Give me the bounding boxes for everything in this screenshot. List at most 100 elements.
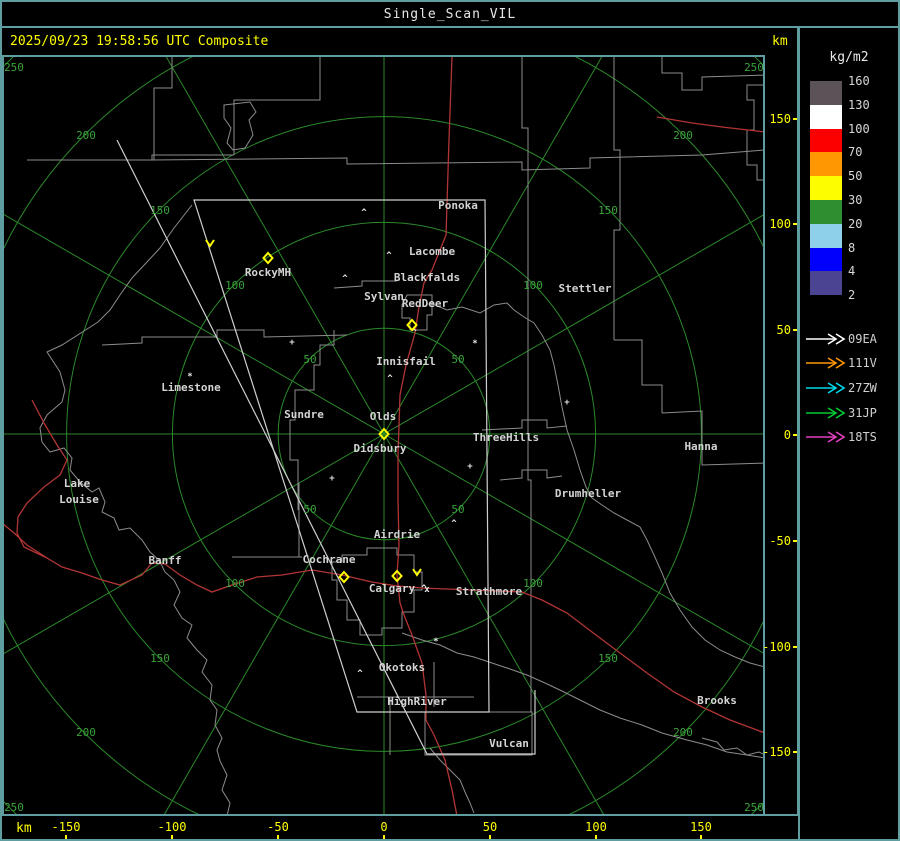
colorbar-value-label: 30	[848, 193, 863, 207]
city-label: Blackfalds	[394, 271, 460, 284]
right-axis-tick-label: -50	[769, 534, 791, 548]
city-label: Banff	[148, 554, 181, 567]
county-boundary	[429, 747, 475, 814]
colorbar-value-label: 8	[848, 240, 856, 255]
town-marker: +	[329, 474, 335, 484]
ring-distance-label: 50	[303, 503, 316, 516]
ring-distance-label: 50	[303, 353, 316, 366]
storm-track-arrow-icon	[806, 431, 846, 443]
storm-track-legend-row: 09EA	[800, 331, 898, 347]
ring-distance-label: 200	[673, 129, 693, 142]
town-marker: +	[467, 462, 473, 472]
ring-distance-label: 150	[598, 204, 618, 217]
ring-distance-label: 250	[4, 801, 24, 814]
ring-distance-label: 250	[744, 801, 764, 814]
ring-distance-label: 250	[4, 61, 24, 74]
storm-track-legend-row: 18TS	[800, 429, 898, 445]
town-marker: ^	[387, 374, 393, 384]
colorbar-swatch	[810, 104, 842, 129]
bottom-axis-tick	[65, 835, 67, 839]
title-bar: Single_Scan_VIL	[2, 2, 898, 28]
storm-track-arrow-icon	[806, 357, 846, 369]
storm-chevron-icon	[205, 239, 215, 248]
bottom-axis-tick	[171, 835, 173, 839]
ring-distance-label: 100	[225, 577, 245, 590]
county-boundary	[232, 483, 302, 558]
colorbar-value-label: 100	[848, 121, 870, 136]
town-marker: *	[472, 339, 477, 349]
storm-track-id-label: 111V	[848, 356, 877, 370]
city-label: Sylvan	[364, 290, 404, 303]
timestamp-label: 2025/09/23 19:58:56 UTC Composite	[10, 34, 269, 49]
storm-track-id-label: 09EA	[848, 332, 877, 346]
colorbar-value-label: 70	[848, 145, 863, 160]
bottom-axis-tick-label: -150	[51, 820, 81, 834]
colorbar-value-label: 130	[848, 97, 870, 112]
colorbar-swatch	[810, 81, 842, 105]
storm-track-legend-row: 31JP	[800, 405, 898, 421]
city-label: Lacombe	[409, 245, 456, 258]
right-axis-tick-label: -100	[762, 640, 791, 654]
header-strip: 2025/09/23 19:58:56 UTC Composite km	[2, 28, 898, 55]
city-label: Innisfail	[376, 355, 436, 368]
scan-sector-outline	[116, 139, 536, 755]
bottom-axis-tick-label: -100	[157, 820, 187, 834]
town-marker: +	[289, 338, 295, 348]
highway	[396, 585, 766, 734]
colorbar-swatch	[810, 271, 842, 296]
county-boundary	[481, 419, 568, 431]
colorbar-value-label: 20	[848, 216, 863, 231]
ring-distance-label: 200	[673, 726, 693, 739]
radar-map-svg: 5050505010010010010015015015015020020020…	[2, 2, 898, 839]
county-boundary	[101, 329, 348, 346]
storm-track-arrow-icon	[806, 333, 846, 345]
county-boundary	[151, 149, 766, 171]
city-label: HighRiver	[387, 695, 447, 708]
county-boundary	[613, 57, 621, 340]
window-title: Single_Scan_VIL	[383, 6, 517, 22]
city-label: Didsbury	[354, 442, 407, 455]
town-marker: *	[187, 372, 192, 382]
right-axis-unit-label: km	[772, 34, 788, 49]
storm-track-id-label: 18TS	[848, 430, 877, 444]
storm-track-id-label: 27ZW	[848, 381, 877, 395]
county-boundary	[153, 55, 173, 160]
ring-distance-label: 100	[523, 279, 543, 292]
right-axis-tick-label: 0	[783, 428, 791, 442]
bottom-axis-tick	[700, 835, 702, 839]
radar-map-canvas[interactable]: 50 50 50 50 100 100 100 100 150 150 150 150 200 200 20…	[2, 2, 898, 839]
city-label: Vulcan	[489, 737, 529, 750]
radar-app-window: Single_Scan_VIL 2025/09/23 19:58:56 UTC …	[0, 0, 900, 841]
city-label: Airdrie	[374, 528, 421, 541]
city-label: Calgary	[369, 582, 416, 595]
bottom-axis: km -150 -100 -50 0 50 100 150	[2, 814, 798, 839]
ring-distance-label: 150	[150, 652, 170, 665]
storm-track-arrow-icon	[806, 407, 846, 419]
city-label: Lake	[64, 477, 91, 490]
ring-distance-label: 100	[225, 279, 245, 292]
city-label: ThreeHills	[473, 431, 539, 444]
town-marker: ^	[451, 519, 457, 529]
county-boundary	[233, 55, 321, 155]
storm-track-legend-row: 111V	[800, 355, 898, 371]
colorbar-swatch	[810, 176, 842, 200]
city-label: Drumheller	[555, 487, 622, 500]
ring-distance-label: 50	[451, 353, 464, 366]
ring-distance-label: 100	[523, 577, 543, 590]
radar-site-diamond-icon	[338, 570, 350, 584]
bottom-axis-tick-label: 150	[690, 820, 712, 834]
city-label: Okotoks	[379, 661, 425, 674]
ring-distance-label: 150	[598, 652, 618, 665]
city-label: RockyMH	[245, 266, 291, 279]
county-boundary	[357, 662, 474, 755]
ring-distance-label: 50	[451, 503, 464, 516]
colorbar-value-label: 2	[848, 288, 856, 303]
city-label: RedDeer	[402, 297, 449, 310]
bottom-axis-tick-label: 0	[380, 820, 388, 834]
county-boundary	[499, 469, 563, 481]
town-marker: ^	[342, 274, 348, 284]
storm-track-id-label: 31JP	[848, 406, 877, 420]
town-marker: x	[424, 585, 430, 595]
colorbar-swatch	[810, 128, 842, 153]
colorbar-units-label: kg/m2	[829, 50, 869, 65]
